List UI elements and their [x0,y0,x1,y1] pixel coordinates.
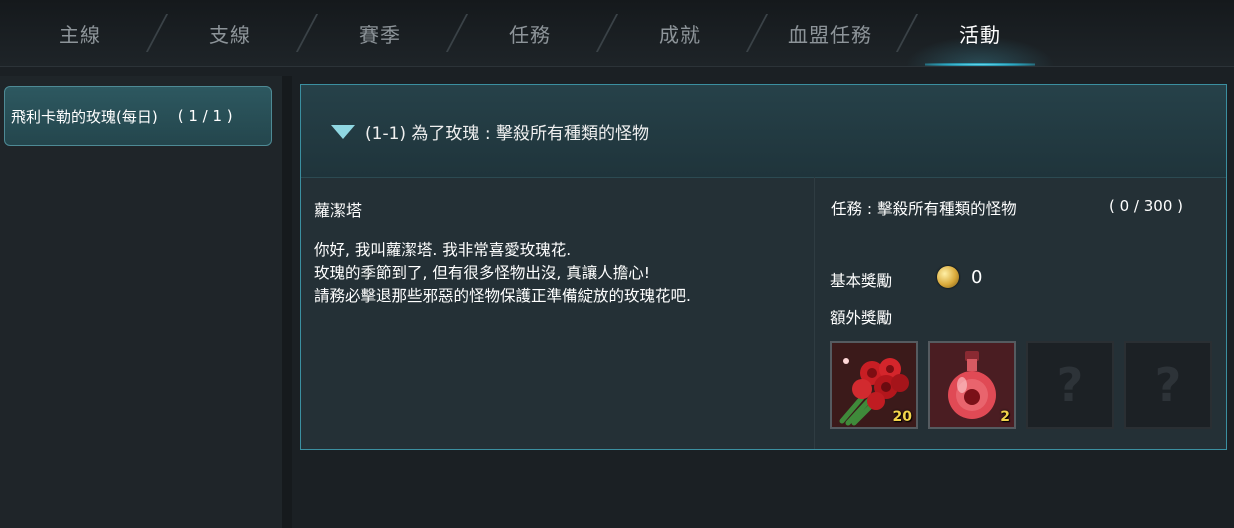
tab-label: 成就 [659,22,701,47]
base-reward-label: 基本獎勵 [830,272,893,290]
tab-bar: 主線 支線 賽季 任務 成就 血盟任務 活動 [0,0,1234,67]
dialog-line: 請務必擊退那些邪惡的怪物保護正準備綻放的玫瑰花吧. [314,287,691,305]
quest-detail-panel: (1-1) 為了玫瑰 : 擊殺所有種類的怪物 蘿潔塔 你好, 我叫蘿潔塔. 我非… [300,84,1227,450]
npc-name: 蘿潔塔 [314,201,363,220]
locked-mystery-icon: ? [1056,358,1084,412]
tab-mission[interactable]: 任務 [455,0,605,66]
quest-list-item-count: ( 1 / 1 ) [177,107,233,125]
quest-objective: 任務 : 擊殺所有種類的怪物 [831,200,1017,218]
reward-slot-rose-potion[interactable]: 2 [928,341,1016,429]
base-reward-value: 0 [971,267,983,288]
extra-reward-label: 額外獎勵 [830,309,893,327]
locked-mystery-icon: ? [1154,358,1182,412]
quest-list-item[interactable]: 飛利卡勒的玫瑰(每日) ( 1 / 1 ) [4,86,272,146]
quest-list-item-label: 飛利卡勒的玫瑰(每日) [11,107,158,126]
gold-coin-icon [937,266,959,288]
tab-label: 賽季 [359,22,401,47]
tab-label: 血盟任務 [788,22,872,47]
sidebar-scrollbar[interactable] [282,76,292,528]
quest-progress: ( 0 / 300 ) [1109,197,1184,215]
reward-quantity: 2 [1000,409,1010,425]
reward-slot-locked[interactable]: ? [1124,341,1212,429]
tab-label: 活動 [959,22,1001,47]
collapse-triangle-icon[interactable] [331,125,355,139]
tab-label: 支線 [209,22,251,47]
tab-label: 任務 [509,22,551,47]
reward-slot-rose-bouquet[interactable]: 20 [830,341,918,429]
tab-clan-mission[interactable]: 血盟任務 [755,0,905,66]
reward-slot-locked[interactable]: ? [1026,341,1114,429]
tab-achievement[interactable]: 成就 [605,0,755,66]
reward-quantity: 20 [892,409,912,425]
dialog-line: 你好, 我叫蘿潔塔. 我非常喜愛玫瑰花. [314,241,572,259]
dialog-line: 玫瑰的季節到了, 但有很多怪物出沒, 真讓人擔心! [314,264,650,282]
tab-side-quest[interactable]: 支線 [155,0,305,66]
tab-main-quest[interactable]: 主線 [5,0,155,66]
quest-header[interactable]: (1-1) 為了玫瑰 : 擊殺所有種類的怪物 [301,85,1226,178]
quest-list-sidebar: 飛利卡勒的玫瑰(每日) ( 1 / 1 ) [0,76,283,528]
quest-title: (1-1) 為了玫瑰 : 擊殺所有種類的怪物 [365,124,649,144]
tab-season[interactable]: 賽季 [305,0,455,66]
npc-dialog: 你好, 我叫蘿潔塔. 我非常喜愛玫瑰花. 玫瑰的季節到了, 但有很多怪物出沒, … [314,239,691,308]
tab-event[interactable]: 活動 [905,0,1055,66]
tab-label: 主線 [59,22,101,47]
